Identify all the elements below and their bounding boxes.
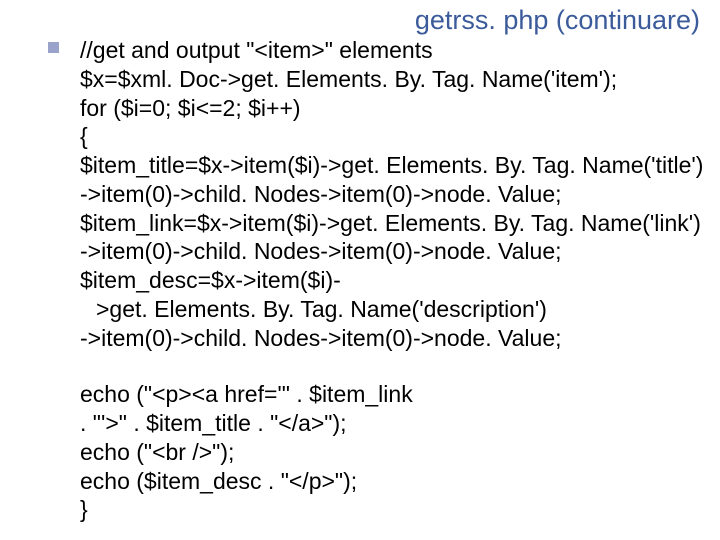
code-line: $item_title=$x->item($i)->get. Elements.… xyxy=(80,151,700,180)
code-line: echo ("<p><a href='" . $item_link xyxy=(80,380,700,409)
code-line: . "'>" . $item_title . "</a>"); xyxy=(80,409,700,438)
code-line: ->item(0)->child. Nodes->item(0)->node. … xyxy=(80,180,700,209)
code-line: } xyxy=(80,495,700,524)
code-line: ->item(0)->child. Nodes->item(0)->node. … xyxy=(80,237,700,266)
code-line: $item_desc=$x->item($i)- xyxy=(80,266,700,295)
code-line: ->item(0)->child. Nodes->item(0)->node. … xyxy=(80,324,700,353)
code-line: for ($i=0; $i<=2; $i++) xyxy=(80,94,700,123)
code-line: echo ("<br />"); xyxy=(80,438,700,467)
code-line: echo ($item_desc . "</p>"); xyxy=(80,467,700,496)
slide-title: getrss. php (continuare) xyxy=(415,4,700,38)
blank-line xyxy=(80,352,700,380)
code-line: $x=$xml. Doc->get. Elements. By. Tag. Na… xyxy=(80,65,700,94)
code-line: { xyxy=(80,122,700,151)
code-block: //get and output "<item>" elements $x=$x… xyxy=(80,36,700,524)
code-line: $item_link=$x->item($i)->get. Elements. … xyxy=(80,209,700,238)
code-line: //get and output "<item>" elements xyxy=(80,36,700,65)
bullet-square-icon xyxy=(48,42,59,53)
code-line: >get. Elements. By. Tag. Name('descripti… xyxy=(80,295,700,324)
